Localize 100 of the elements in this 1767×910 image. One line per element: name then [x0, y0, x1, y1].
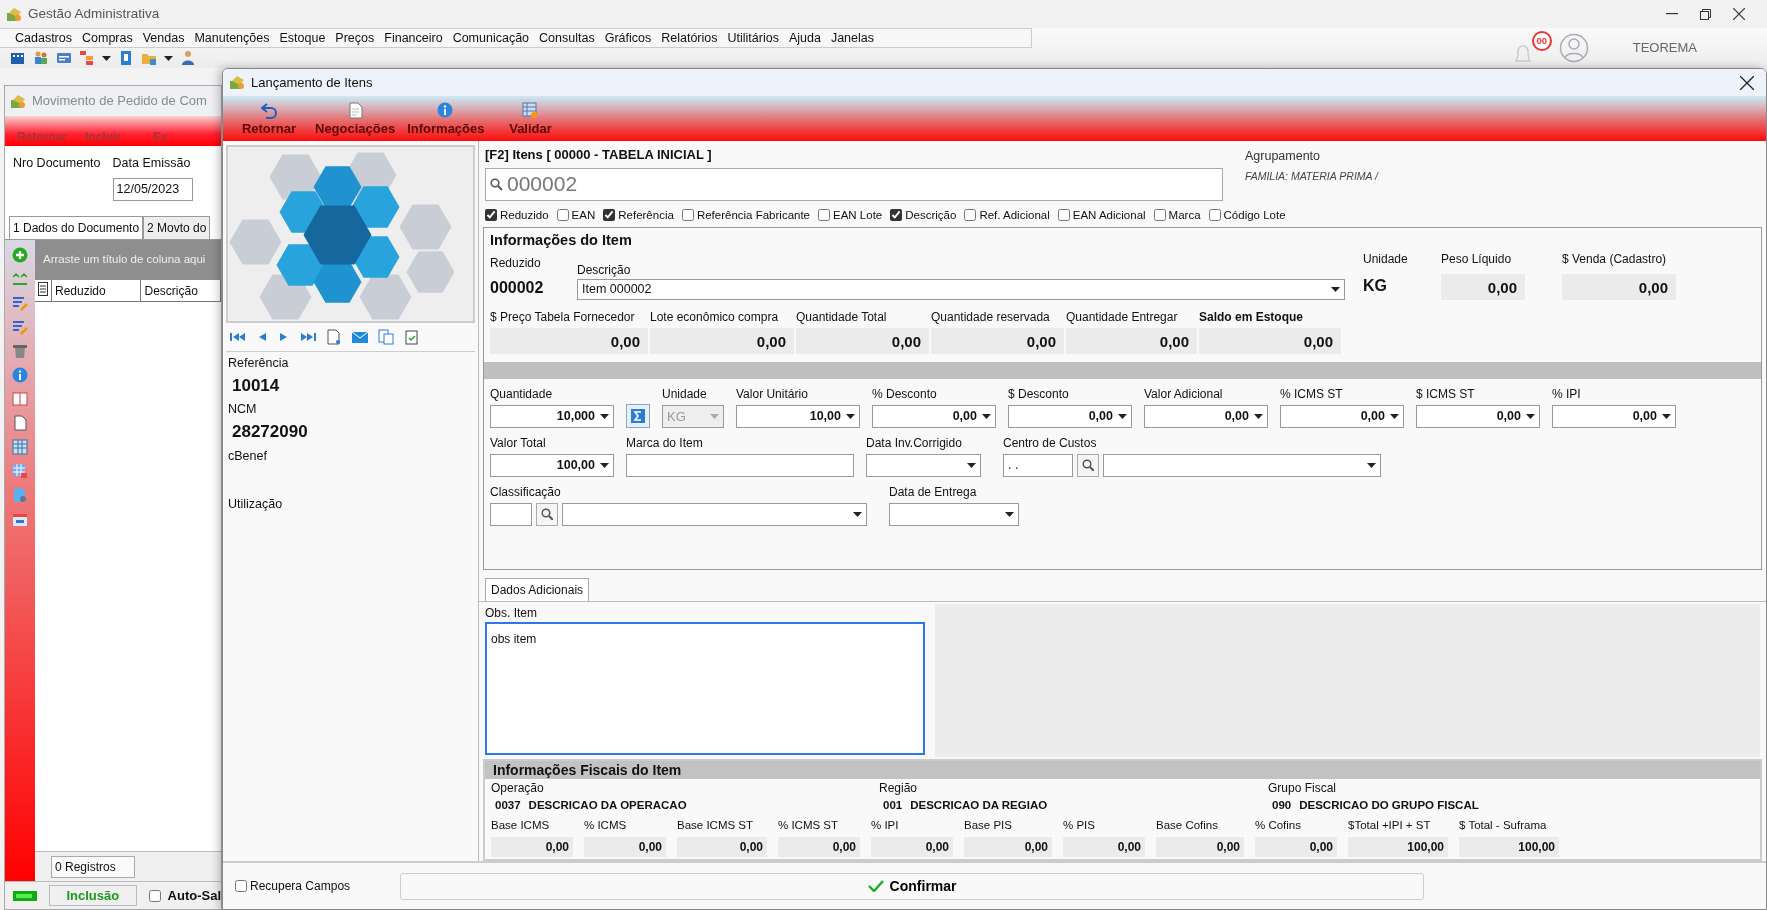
text-field[interactable] — [626, 453, 854, 477]
menu-item[interactable]: Vendas — [137, 28, 190, 48]
search-button[interactable] — [536, 502, 558, 526]
search-icon[interactable] — [490, 177, 503, 191]
menu-item[interactable]: Utilitários — [722, 28, 784, 48]
search-button[interactable] — [1077, 453, 1099, 477]
notes-field[interactable]: obs item — [485, 621, 925, 756]
checkbox[interactable] — [1208, 208, 1221, 221]
menu-item[interactable]: Preços — [330, 28, 380, 48]
last-icon[interactable] — [300, 331, 316, 343]
edit-list-icon[interactable] — [12, 319, 28, 335]
dropdown-field[interactable]: 10,00 — [736, 404, 860, 428]
checkbox[interactable] — [603, 208, 616, 221]
menu-item[interactable]: Cadastros — [10, 28, 77, 48]
menu-item[interactable]: Estoque — [274, 28, 331, 48]
tab[interactable]: Dados Adicionais — [485, 577, 590, 601]
edit-list-icon[interactable] — [12, 295, 28, 311]
caret-icon[interactable] — [164, 55, 173, 61]
column-header[interactable]: Descrição — [141, 280, 221, 301]
close-icon[interactable] — [1733, 8, 1745, 20]
item-search-field[interactable]: 000002 — [485, 167, 1223, 201]
add-icon[interactable] — [12, 247, 28, 263]
toolbar-button[interactable]: Informações — [401, 96, 491, 141]
dropdown-field[interactable]: 0,00 — [1008, 404, 1132, 428]
toolbar-button[interactable]: Negociações — [309, 96, 402, 141]
dropdown-field[interactable] — [562, 502, 867, 526]
toolbar-button[interactable]: Retornar — [229, 96, 309, 141]
tab[interactable]: 2 Movto do — [143, 216, 211, 239]
caret-icon[interactable] — [600, 413, 609, 419]
dropdown-field[interactable]: 0,00 — [1416, 404, 1540, 428]
dropdown-field[interactable]: 0,00 — [872, 404, 996, 428]
menu-item[interactable]: Financeiro — [379, 28, 448, 48]
description-field[interactable]: Item 000002 — [577, 278, 1345, 300]
checkbox[interactable] — [556, 208, 569, 221]
dropdown-field[interactable]: 100,00 — [490, 453, 614, 477]
minimize-icon[interactable] — [1666, 13, 1678, 15]
sum-button[interactable] — [626, 403, 650, 428]
caret-icon[interactable] — [853, 511, 862, 517]
dropdown-field[interactable] — [1103, 453, 1381, 477]
mail-icon[interactable] — [352, 329, 368, 345]
hierarchy-icon[interactable] — [79, 50, 95, 66]
autosave-checkbox[interactable] — [148, 889, 161, 902]
close-icon[interactable] — [1740, 75, 1754, 90]
copy-icon[interactable] — [378, 329, 394, 345]
person-icon[interactable] — [180, 50, 196, 66]
info-icon[interactable] — [12, 367, 28, 383]
dropdown-field[interactable] — [889, 502, 1019, 526]
checkbox[interactable] — [235, 880, 247, 892]
code-field[interactable] — [490, 502, 532, 526]
column-chooser-icon[interactable] — [38, 282, 48, 296]
tab[interactable]: 1 Dados do Documento — [9, 216, 144, 239]
toolbar-button[interactable]: Validar — [490, 96, 571, 141]
caret-icon[interactable] — [102, 55, 111, 61]
menu-item[interactable]: Relatórios — [656, 28, 723, 48]
caret-icon[interactable] — [982, 413, 991, 419]
caret-icon[interactable] — [846, 413, 855, 419]
dropdown-field[interactable]: 0,00 — [1144, 404, 1268, 428]
checkbox[interactable] — [1057, 208, 1070, 221]
calendar-icon[interactable] — [12, 511, 28, 527]
card-icon[interactable] — [56, 50, 72, 66]
checkbox[interactable] — [818, 208, 831, 221]
menu-item[interactable]: Consultas — [534, 28, 600, 48]
document-icon[interactable] — [12, 415, 28, 431]
caret-icon[interactable] — [1331, 286, 1340, 292]
trash-icon[interactable] — [12, 343, 28, 359]
caret-icon[interactable] — [1662, 413, 1671, 419]
code-field[interactable]: . . — [1003, 453, 1073, 477]
checkbox[interactable] — [681, 208, 694, 221]
clipboard-check-icon[interactable] — [404, 329, 420, 345]
caret-icon[interactable] — [967, 462, 976, 468]
menu-item[interactable]: Manutenções — [189, 28, 275, 48]
book-icon[interactable] — [12, 391, 28, 407]
checkbox[interactable] — [890, 208, 903, 221]
caret-icon[interactable] — [600, 462, 609, 468]
checkbox[interactable] — [1153, 208, 1166, 221]
table-icon[interactable] — [12, 439, 28, 455]
caret-icon[interactable] — [1254, 413, 1263, 419]
first-icon[interactable] — [230, 331, 246, 343]
restore-icon[interactable] — [1700, 8, 1711, 20]
menu-item[interactable]: Ajuda — [783, 28, 826, 48]
caret-icon[interactable] — [1390, 413, 1399, 419]
menu-item[interactable]: Gráficos — [599, 28, 657, 48]
caret-icon[interactable] — [1118, 413, 1127, 419]
menu-item[interactable]: Janelas — [825, 28, 879, 48]
grid-icon[interactable] — [12, 463, 28, 479]
checkbox[interactable] — [485, 208, 497, 221]
column-header[interactable]: Reduzido — [52, 280, 142, 301]
date-field[interactable]: 12/05/2023 — [112, 177, 193, 201]
caret-icon[interactable] — [1367, 462, 1376, 468]
checkbox[interactable] — [964, 208, 977, 221]
dropdown-field[interactable]: 10,000 — [490, 404, 614, 428]
caret-icon[interactable] — [1526, 413, 1535, 419]
caret-icon[interactable] — [1005, 511, 1014, 517]
people-icon[interactable] — [33, 50, 49, 66]
menu-item[interactable]: Compras — [77, 28, 138, 48]
menu-item[interactable]: Comunicação — [447, 28, 535, 48]
confirm-button[interactable]: Confirmar — [400, 872, 1425, 900]
dropdown-field[interactable] — [866, 453, 981, 477]
dropdown-field[interactable]: 0,00 — [1280, 404, 1404, 428]
dropdown-field[interactable]: 0,00 — [1552, 404, 1676, 428]
